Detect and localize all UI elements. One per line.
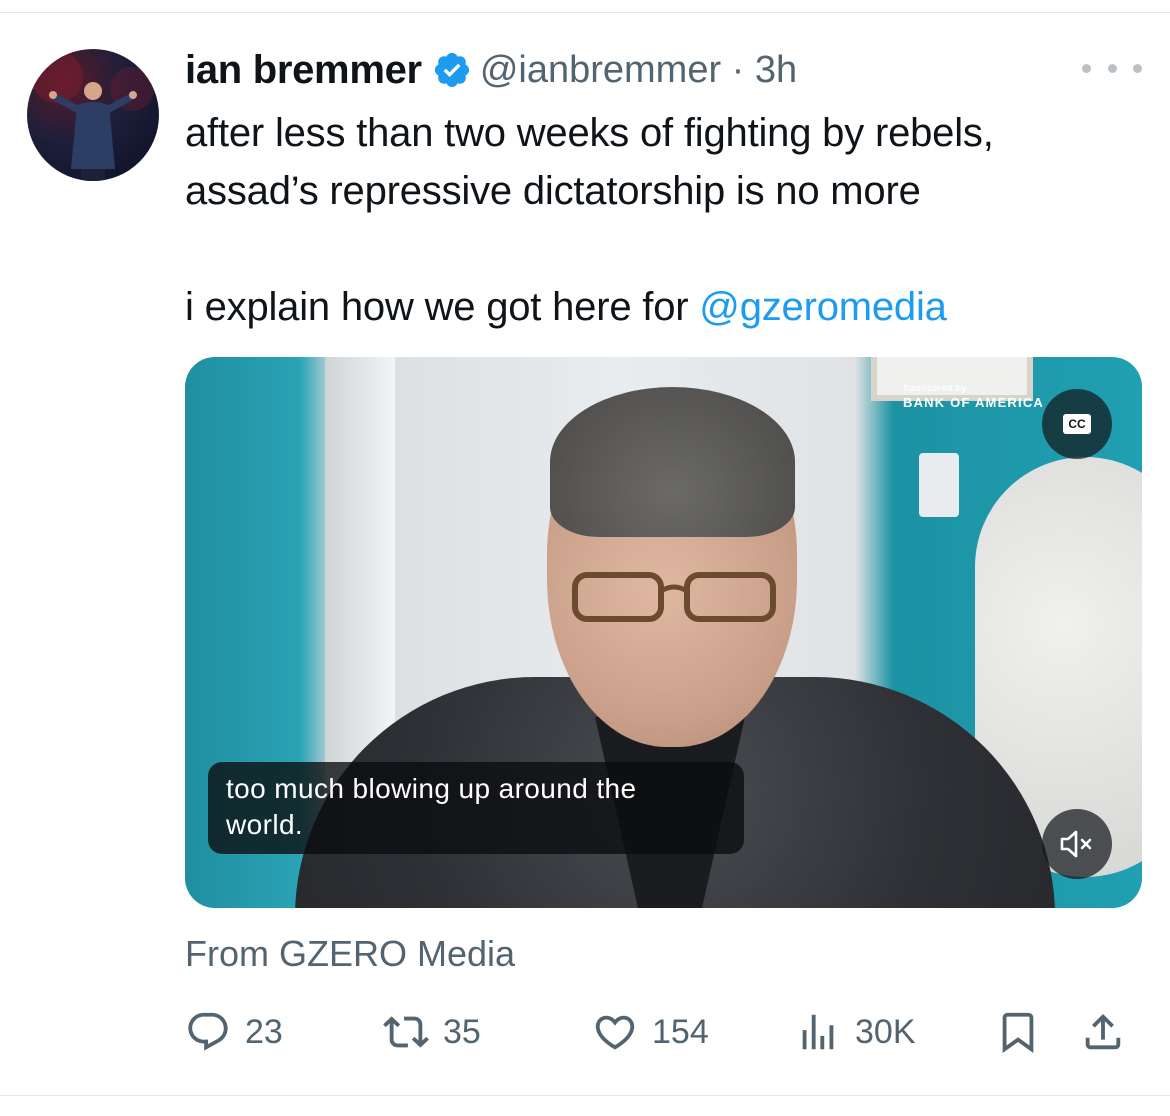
reply-icon [188,1012,228,1051]
tweet-text-line: assad’s repressive dictatorship is no mo… [185,169,921,213]
tweet-text-line: i explain how we got here for @gzeromedi… [185,278,1145,336]
captions-button[interactable]: CC [1042,389,1112,459]
views-count: 30K [855,1012,916,1051]
speaker-muted-icon [1060,830,1092,858]
like-button[interactable]: 154 [592,1004,709,1060]
handle-and-timestamp[interactable]: @ianbremmer · 3h [480,49,797,92]
reply-count: 23 [245,1012,283,1051]
views-chart-icon [802,1014,834,1050]
like-count: 154 [652,1012,709,1051]
retweet-button[interactable]: 35 [383,1004,481,1060]
avatar[interactable] [27,49,159,181]
retweet-icon [383,1016,429,1048]
video-player[interactable]: Sponsored by BANK OF AMERICA CC too much… [185,357,1142,908]
caption-line: world. [226,809,304,840]
views-button[interactable]: 30K [795,1004,916,1060]
bookmark-icon [1002,1012,1034,1053]
author-name[interactable]: ian bremmer [185,48,422,93]
video-caption: too much blowing up around the world. [208,762,744,854]
heart-icon [595,1015,635,1050]
sponsor-brand: BANK OF AMERICA [903,395,1045,410]
bookmark-button[interactable] [995,1004,1041,1060]
action-bar: 23 35 154 30K [185,1004,1140,1060]
bottom-divider [0,1095,1170,1096]
retweet-count: 35 [443,1012,481,1051]
caption-line: too much blowing up around the [226,773,637,804]
tweet-text-prefix: i explain how we got here for [185,285,700,329]
mute-button[interactable] [1042,809,1112,879]
share-icon [1085,1013,1121,1050]
more-options-icon[interactable] [1082,58,1142,78]
verified-badge-icon [434,52,469,88]
reply-button[interactable]: 23 [185,1004,283,1060]
captions-icon: CC [1063,414,1091,434]
media-source[interactable]: From GZERO Media [185,933,515,975]
mention-link[interactable]: @gzeromedia [699,285,947,329]
top-divider [0,12,1170,13]
speaker-hair [550,387,795,537]
speaker-glasses [572,572,776,622]
tweet-header: ian bremmer @ianbremmer · 3h [185,44,797,96]
share-button[interactable] [1080,1004,1126,1060]
tweet-text-line: after less than two weeks of fighting by… [185,111,994,155]
sponsor-small-text: Sponsored by [903,383,967,393]
tweet-text: after less than two weeks of fighting by… [185,104,1145,336]
background-light-switch [919,453,959,517]
sponsor-label: Sponsored by BANK OF AMERICA [903,383,1044,410]
avatar-image [31,51,154,181]
